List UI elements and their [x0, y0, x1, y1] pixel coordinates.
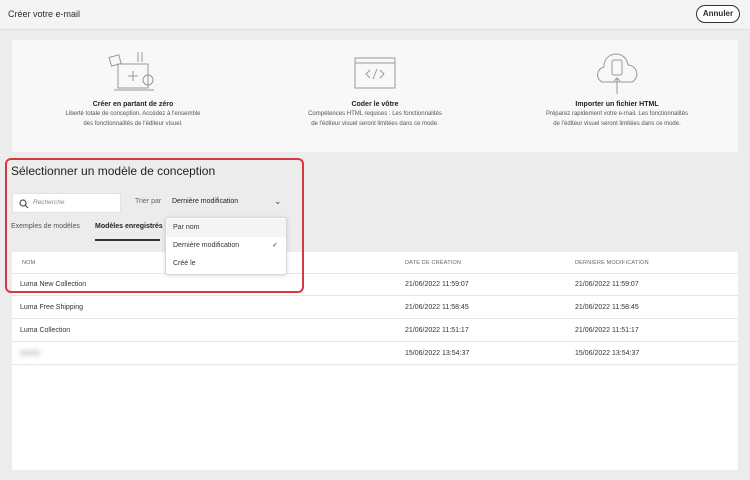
top-bar — [0, 0, 750, 30]
option-title: Importer un fichier HTML — [575, 101, 659, 108]
search-placeholder: Recherche — [33, 199, 65, 206]
table-row[interactable]: Luma Free Shipping 21/06/2022 11:58:45 21/… — [12, 296, 738, 319]
sort-label: Trier par — [135, 198, 162, 205]
search-input[interactable]: Recherche — [12, 193, 121, 213]
menu-item-created[interactable]: Créé le — [166, 255, 286, 273]
code-window-icon — [354, 57, 396, 89]
tab-saved-templates[interactable]: Modèles enregistrés — [95, 223, 163, 230]
option-code-your-own[interactable]: Coder le vôtre Compétences HTML requises… — [254, 40, 496, 152]
column-header-modified[interactable]: DERNIÈRE MODIFICATION — [575, 260, 649, 266]
tab-sample-templates[interactable]: Exemples de modèles — [11, 223, 80, 230]
table-row[interactable]: Luma New Collection 21/06/2022 11:59:07 21… — [12, 273, 738, 296]
design-canvas-icon — [108, 52, 154, 91]
column-header-created[interactable]: DATE DE CRÉATION — [405, 260, 461, 266]
menu-item-by-name[interactable]: Par nom — [166, 219, 286, 237]
cloud-upload-icon — [597, 53, 638, 94]
table-row[interactable]: 15/06/2022 13:54:37 15/06/2022 13:54:37 — [12, 342, 738, 365]
active-tab-indicator — [95, 239, 160, 241]
option-create-from-scratch[interactable]: Créer en partant de zéro Liberté totale … — [12, 40, 254, 152]
checkmark-icon: ✓ — [272, 242, 278, 249]
option-title: Créer en partant de zéro — [92, 101, 174, 108]
option-description: Préparez rapidement votre e-mail. Les fo… — [545, 111, 689, 127]
column-header-name[interactable]: NOM — [22, 260, 35, 266]
page-title: Créer votre e-mail — [8, 9, 81, 19]
creation-options-card: Créer en partant de zéro Liberté totale … — [12, 40, 738, 152]
option-description: Liberté totale de conception. Accédez à … — [65, 111, 201, 127]
option-title: Coder le vôtre — [351, 101, 399, 108]
blurred-name — [20, 350, 40, 358]
chevron-down-icon[interactable]: ⌄ — [274, 196, 282, 207]
search-icon — [19, 199, 29, 209]
section-title: Sélectionner un modèle de conception — [11, 164, 216, 178]
cancel-button[interactable]: Annuler — [696, 5, 740, 23]
option-import-html[interactable]: Importer un fichier HTML Préparez rapide… — [496, 40, 738, 152]
menu-item-last-modified[interactable]: Dernière modification ✓ — [166, 237, 286, 255]
sort-dropdown-menu: Par nom Dernière modification ✓ Créé le — [165, 217, 287, 275]
option-description: Compétences HTML requises : Les fonction… — [308, 111, 442, 127]
sort-select[interactable]: Dernière modification — [172, 198, 238, 205]
table-row[interactable]: Luma Collection 21/06/2022 11:51:17 21/06/… — [12, 319, 738, 342]
